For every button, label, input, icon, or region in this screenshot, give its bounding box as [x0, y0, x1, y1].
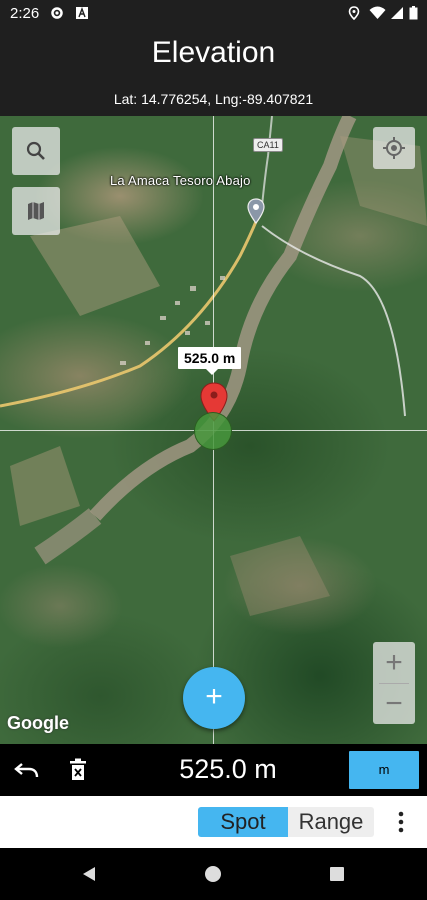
gear-icon	[51, 7, 63, 19]
status-time: 2:26	[10, 5, 40, 22]
spot-mode-button[interactable]: Spot	[198, 807, 288, 837]
map-type-button[interactable]	[12, 187, 60, 235]
signal-icon	[391, 7, 403, 19]
zoom-out-button[interactable]: −	[373, 683, 415, 724]
google-attribution: Google	[7, 713, 69, 733]
place-label: La Amaca Tesoro Abajo	[110, 173, 251, 188]
app-header: Elevation Lat: 14.776254, Lng:-89.407821	[0, 28, 427, 116]
home-icon[interactable]	[204, 865, 222, 883]
zoom-in-button[interactable]: +	[373, 642, 415, 683]
marker-accuracy-circle	[194, 412, 232, 450]
poi-pin-icon[interactable]	[247, 198, 265, 224]
page-title: Elevation	[151, 36, 276, 69]
search-icon	[26, 141, 45, 160]
add-point-button[interactable]: +	[183, 667, 245, 729]
location-icon	[348, 6, 360, 20]
satellite-map[interactable]: CA11 La Amaca Tesoro Abajo 525.0 m + − G…	[0, 116, 427, 744]
recents-icon[interactable]	[328, 865, 346, 883]
undo-icon[interactable]	[14, 758, 40, 782]
coordinates-readout: Lat: 14.776254, Lng:-89.407821	[113, 91, 314, 107]
delete-icon[interactable]	[69, 758, 87, 782]
readout-bar: 525.0 m m	[0, 744, 427, 796]
my-location-button[interactable]	[373, 127, 415, 169]
zoom-controls: + −	[373, 642, 415, 724]
my-location-icon	[383, 137, 405, 159]
system-nav-bar	[0, 848, 427, 900]
battery-icon	[409, 6, 418, 20]
wifi-icon	[369, 6, 386, 19]
a-box-icon	[76, 7, 88, 19]
more-options-icon[interactable]	[393, 810, 409, 834]
range-mode-button[interactable]: Range	[288, 807, 374, 837]
marker-elevation-label: 525.0 m	[178, 347, 242, 375]
status-bar: 2:26	[0, 0, 427, 28]
search-button[interactable]	[12, 127, 60, 175]
back-icon[interactable]	[80, 865, 98, 883]
road-badge: CA11	[253, 138, 283, 152]
elevation-value: 525.0 m	[179, 754, 277, 784]
mode-row: Spot Range	[0, 796, 427, 848]
map-icon	[28, 202, 44, 220]
unit-toggle-button[interactable]: m	[349, 751, 419, 789]
